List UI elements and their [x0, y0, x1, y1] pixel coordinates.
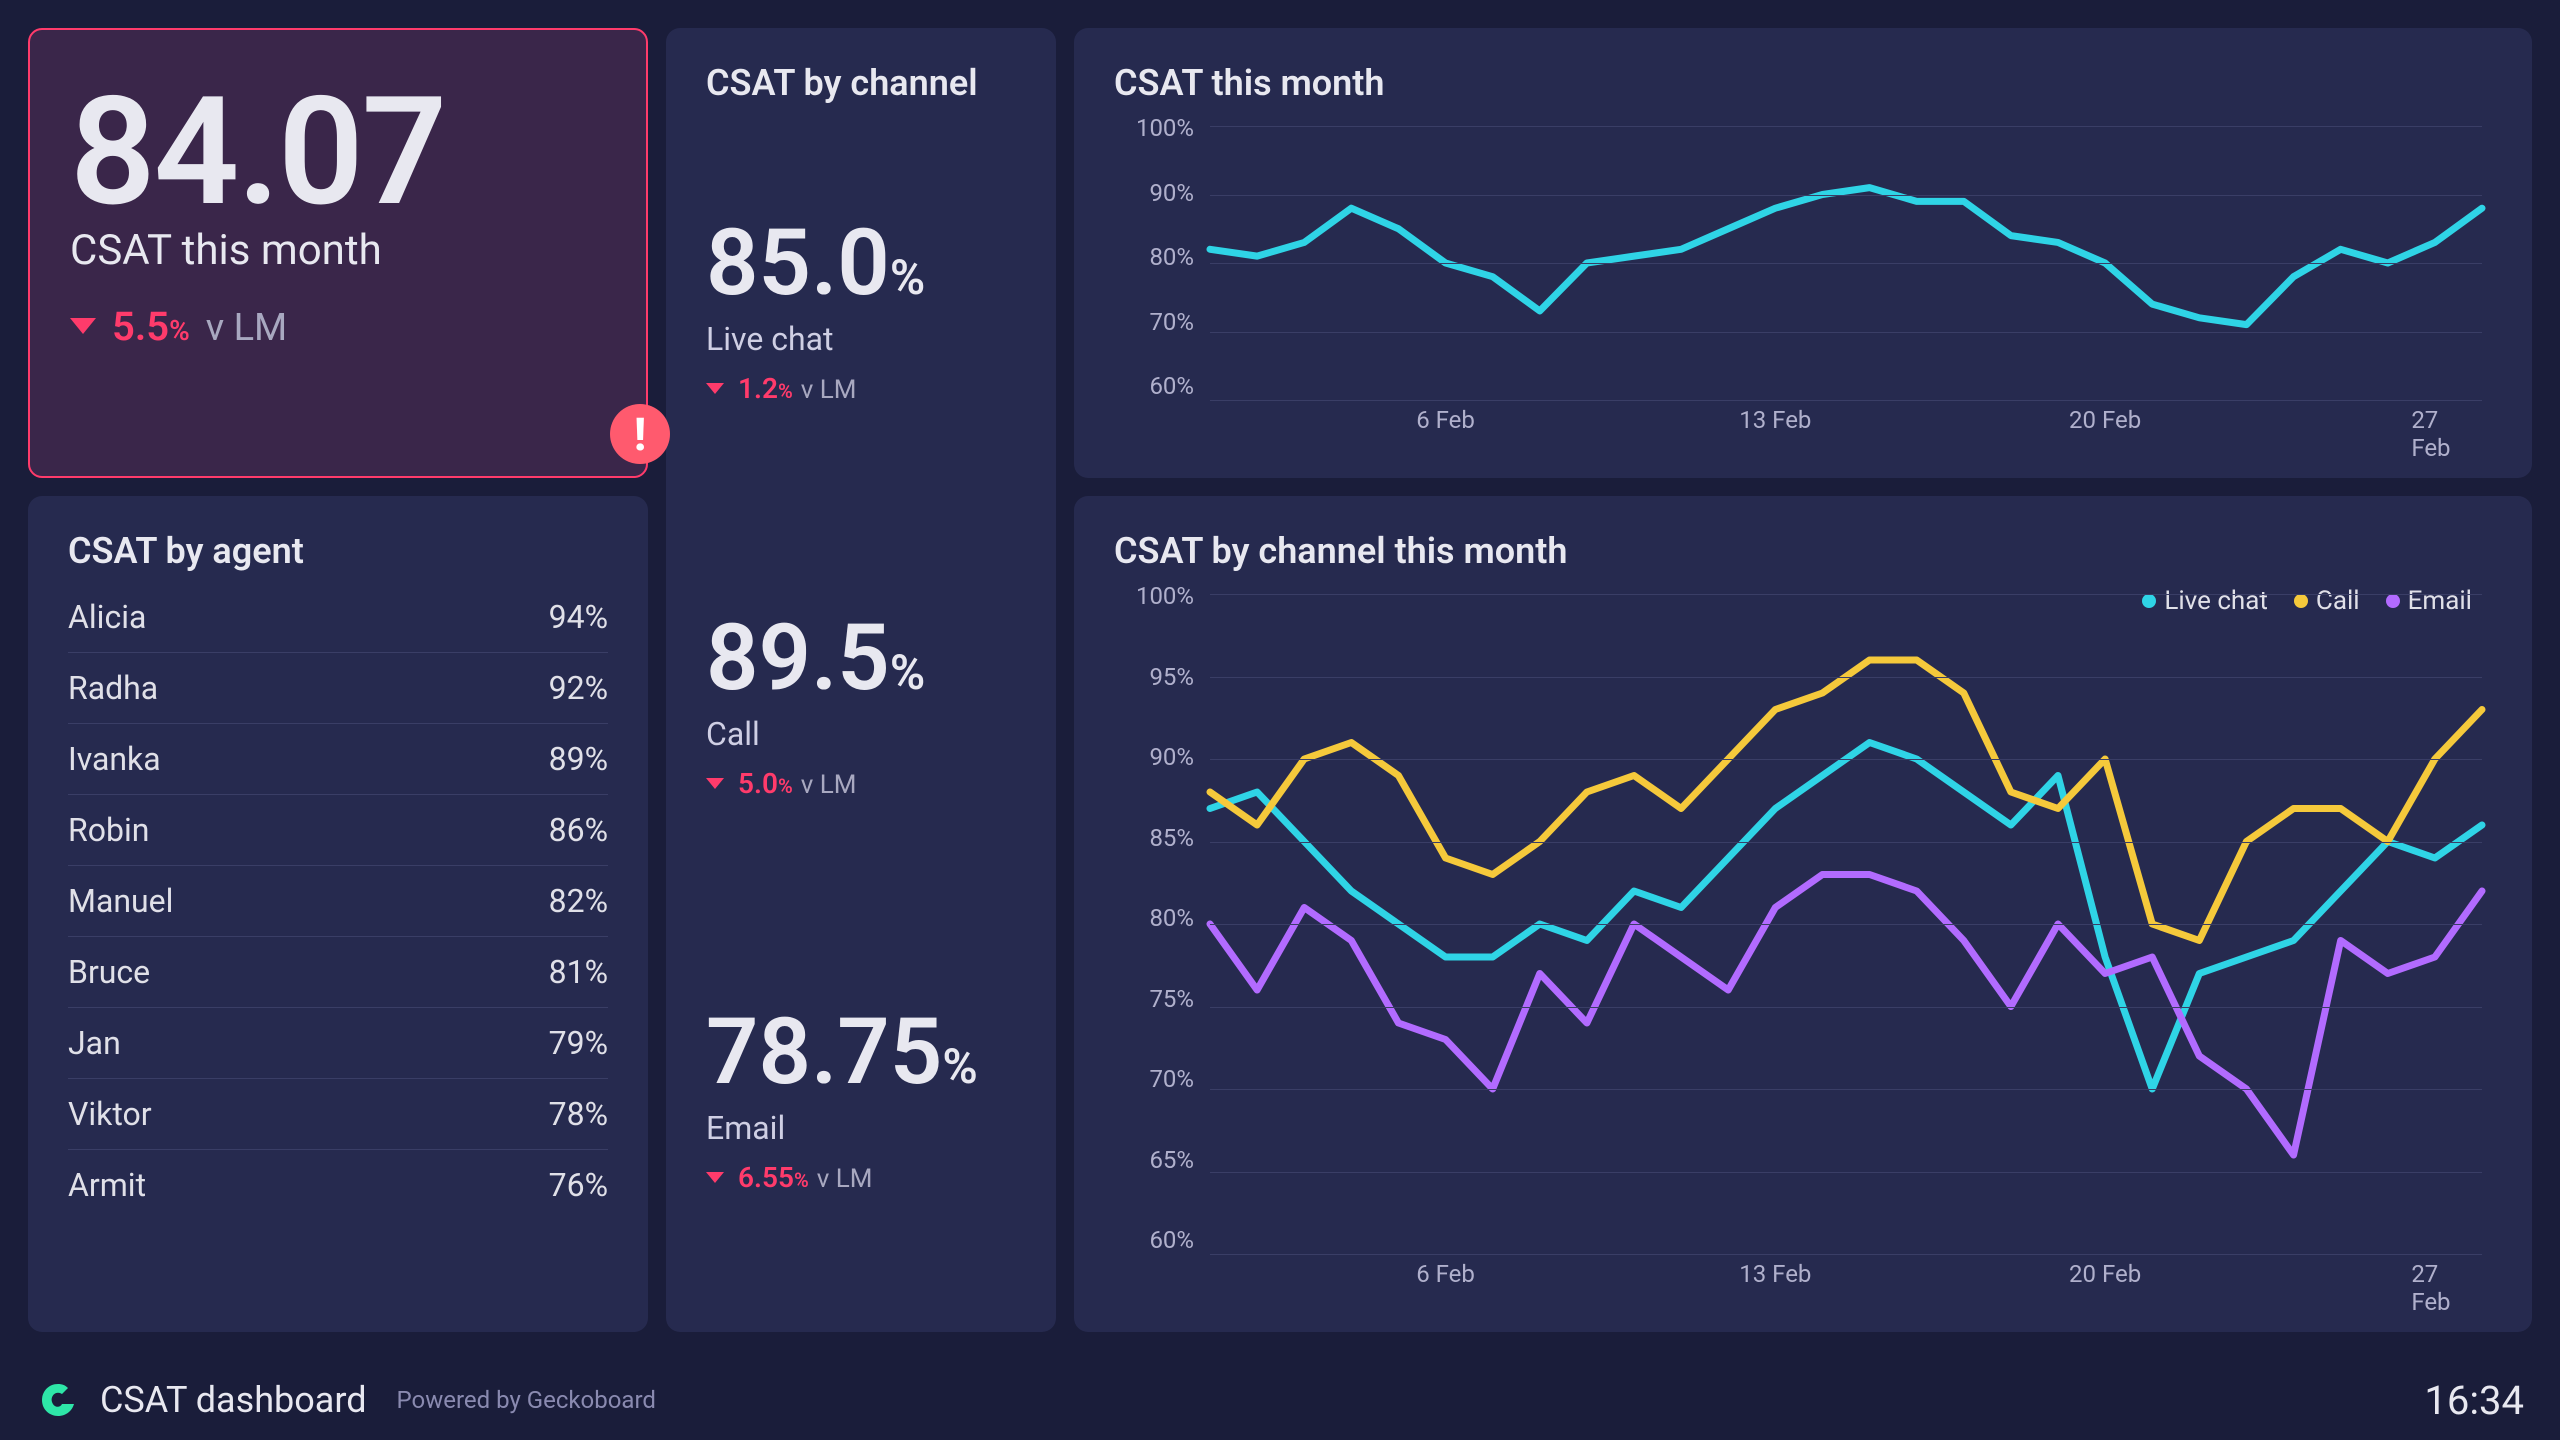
channel-delta: 6.55%v LM: [706, 1161, 1016, 1194]
card-title: CSAT by channel this month: [1114, 530, 2492, 572]
agent-name: Viktor: [68, 1095, 152, 1133]
agent-name: Manuel: [68, 882, 173, 920]
agent-row: Radha 92%: [68, 653, 608, 724]
csat-by-channel-card: CSAT by channel 85.0% Live chat 1.2%v LM 89…: [666, 28, 1056, 1332]
agent-row: Manuel 82%: [68, 866, 608, 937]
channel-metric: 89.5% Call 5.0%v LM: [706, 509, 1016, 904]
agent-name: Bruce: [68, 953, 150, 991]
agent-row: Armit 76%: [68, 1150, 608, 1220]
channel-label: Live chat: [706, 320, 1016, 358]
channel-label: Email: [706, 1109, 1016, 1147]
line-chart: 100%90%80%70%60% 6 Feb13 Feb20 Feb27 Feb: [1114, 114, 2492, 440]
csat-month-chart-card: CSAT this month 100%90%80%70%60% 6 Feb13…: [1074, 28, 2532, 478]
card-title: CSAT by agent: [68, 530, 608, 572]
geckoboard-logo-icon: [36, 1378, 80, 1422]
csat-by-agent-card: CSAT by agent Alicia 94% Radha 92% Ivanka 89%…: [28, 496, 648, 1332]
agent-value: 82%: [549, 882, 608, 920]
agent-row: Alicia 94%: [68, 582, 608, 653]
csat-channel-chart-card: CSAT by channel this month Live chatCall…: [1074, 496, 2532, 1332]
agent-value: 81%: [549, 953, 608, 991]
agent-value: 76%: [549, 1166, 608, 1204]
channel-metric: 78.75% Email 6.55%v LM: [706, 903, 1016, 1298]
agent-name: Radha: [68, 669, 158, 707]
kpi-delta: 5.5% v LM: [70, 303, 606, 350]
kpi-value: 84.07: [70, 74, 606, 232]
agent-name: Jan: [68, 1024, 121, 1062]
agent-row: Robin 86%: [68, 795, 608, 866]
channel-value: 78.75%: [706, 1007, 1016, 1099]
agent-value: 78%: [549, 1095, 608, 1133]
card-title: CSAT by channel: [706, 62, 1016, 104]
kpi-label: CSAT this month: [70, 226, 606, 275]
channel-value: 85.0%: [706, 218, 1016, 310]
channel-value: 89.5%: [706, 613, 1016, 705]
down-arrow-icon: [706, 778, 724, 789]
channel-delta: 5.0%v LM: [706, 767, 1016, 800]
agent-name: Alicia: [68, 598, 146, 636]
kpi-csat-month: 84.07 CSAT this month 5.5% v LM !: [28, 28, 648, 478]
agent-value: 92%: [549, 669, 608, 707]
agent-name: Robin: [68, 811, 149, 849]
agent-row: Ivanka 89%: [68, 724, 608, 795]
agent-name: Ivanka: [68, 740, 161, 778]
powered-by: Powered by Geckoboard: [397, 1386, 656, 1414]
agent-row: Bruce 81%: [68, 937, 608, 1008]
alert-icon: !: [610, 404, 670, 464]
agent-value: 89%: [549, 740, 608, 778]
channel-metric: 85.0% Live chat 1.2%v LM: [706, 114, 1016, 509]
agent-value: 94%: [549, 598, 608, 636]
channel-delta: 1.2%v LM: [706, 372, 1016, 405]
agent-value: 86%: [549, 811, 608, 849]
agent-row: Viktor 78%: [68, 1079, 608, 1150]
down-arrow-icon: [70, 318, 96, 334]
agent-value: 79%: [549, 1024, 608, 1062]
down-arrow-icon: [706, 1172, 724, 1183]
agent-name: Armit: [68, 1166, 146, 1204]
clock: 16:34: [2424, 1377, 2524, 1424]
card-title: CSAT this month: [1114, 62, 2492, 104]
down-arrow-icon: [706, 383, 724, 394]
dashboard-title: CSAT dashboard: [100, 1379, 367, 1421]
dashboard-footer: CSAT dashboard Powered by Geckoboard 16:…: [0, 1360, 2560, 1440]
agent-row: Jan 79%: [68, 1008, 608, 1079]
multi-line-chart: Live chatCallEmail 100%95%90%85%80%75%70…: [1114, 582, 2492, 1294]
channel-label: Call: [706, 715, 1016, 753]
